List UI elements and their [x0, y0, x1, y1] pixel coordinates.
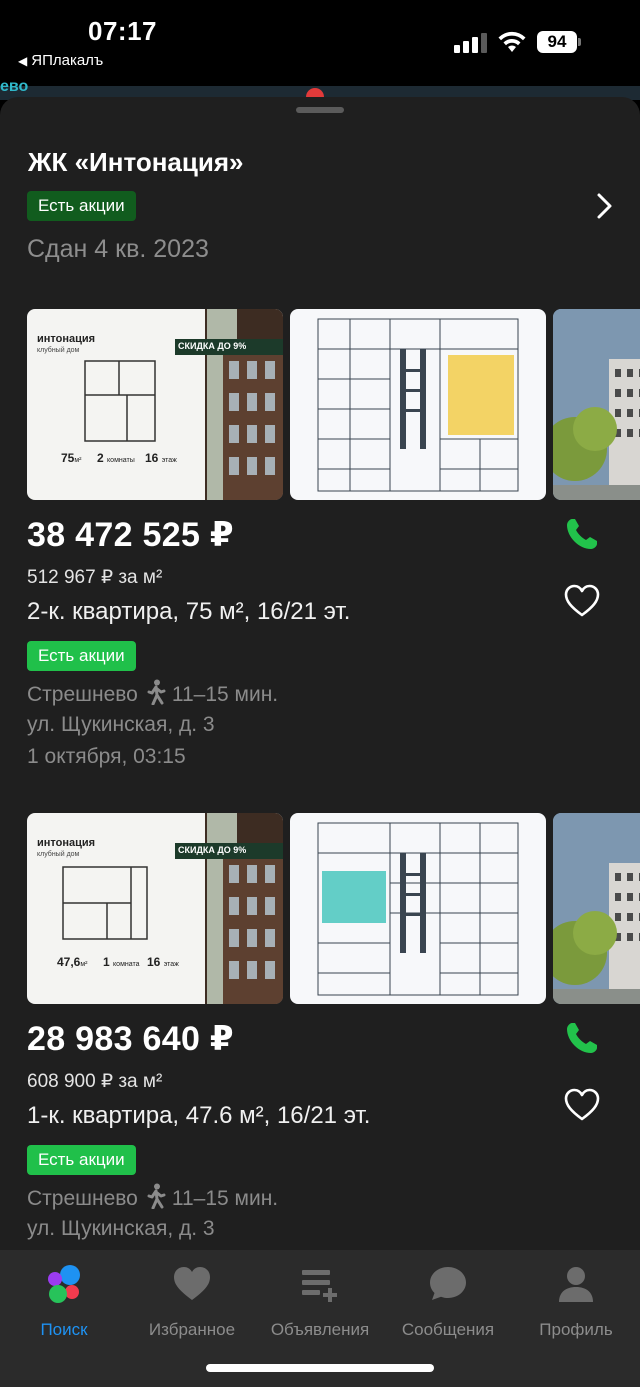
photo-gallery[interactable]: интонация клубный дом СКИДКА ДО 9% 47,6м… — [27, 813, 640, 1004]
map-label: ево — [0, 78, 29, 95]
promo-discount: СКИДКА ДО 9% — [178, 341, 247, 351]
tab-search[interactable]: Поиск — [0, 1262, 128, 1342]
promo-rooms: 2 — [97, 451, 104, 465]
listing-price[interactable]: 38 472 525 ₽ — [27, 515, 234, 555]
listing-date: 1 октября, 03:15 — [27, 745, 186, 768]
walking-person-icon — [147, 1183, 166, 1210]
home-indicator[interactable] — [206, 1364, 434, 1372]
bottom-tab-bar: Поиск Избранное Объявления Сообщения Про… — [0, 1250, 640, 1387]
status-bar: 07:17 ◀ ЯПлакалъ 94 — [0, 0, 640, 86]
add-listing-icon — [302, 1270, 337, 1302]
promo-area: 75 — [61, 451, 75, 465]
promo-floor-label: этаж — [163, 961, 179, 968]
tab-messages[interactable]: Сообщения — [384, 1262, 512, 1342]
metro-station: Стрешнево — [27, 683, 138, 706]
selected-apartment-highlight — [448, 355, 514, 435]
complex-status: Сдан 4 кв. 2023 — [27, 235, 209, 263]
deal-badge: Есть акции — [27, 1145, 136, 1175]
promo-sub: клубный дом — [37, 851, 80, 858]
back-triangle-icon: ◀ — [18, 54, 28, 68]
listing-description[interactable]: 1-к. квартира, 47.6 м², 16/21 эт. — [27, 1102, 370, 1130]
battery-indicator: 94 — [537, 31, 577, 53]
building-graphic — [553, 309, 640, 500]
promo-floor: 16 — [147, 955, 161, 969]
tab-favorites[interactable]: Избранное — [128, 1262, 256, 1342]
favorite-heart-icon[interactable] — [563, 1087, 601, 1123]
complex-promo-badge: Есть акции — [27, 191, 136, 221]
tab-label: Поиск — [40, 1320, 88, 1339]
promo-rooms-label: комнаты — [107, 457, 135, 464]
promo-area: 47,6 — [57, 955, 81, 969]
listing-description[interactable]: 2-к. квартира, 75 м², 16/21 эт. — [27, 598, 350, 626]
price-per-m2: 608 900 ₽ за м² — [27, 1071, 163, 1092]
floor-plan-graphic — [317, 318, 519, 492]
promo-rooms-label: комната — [113, 961, 140, 968]
status-time: 07:17 — [88, 16, 157, 46]
promo-floor-label: этаж — [161, 457, 177, 464]
building-photo[interactable] — [553, 813, 640, 1004]
tab-listings[interactable]: Объявления — [256, 1262, 384, 1342]
promo-area-unit: м² — [80, 961, 88, 968]
favorite-heart-icon[interactable] — [563, 583, 601, 619]
tab-label: Объявления — [270, 1320, 370, 1339]
promo-sub: клубный дом — [37, 347, 80, 354]
photo-gallery[interactable]: интонация клубный дом СКИДКА ДО 9% 75м² … — [27, 309, 640, 500]
price-per-m2: 512 967 ₽ за м² — [27, 567, 163, 588]
tab-label: Профиль — [539, 1320, 613, 1339]
results-sheet: ЖК «Интонация» Есть акции Сдан 4 кв. 202… — [0, 97, 640, 1257]
battery-tip — [578, 38, 581, 46]
promo-rooms: 1 — [103, 955, 110, 969]
floor-plan-image[interactable] — [290, 813, 546, 1004]
walk-time: 11–15 мин. — [171, 683, 279, 706]
listing-card[interactable]: интонация клубный дом СКИДКА ДО 9% 75м² … — [0, 309, 640, 789]
listing-card[interactable]: интонация клубный дом СКИДКА ДО 9% 47,6м… — [0, 813, 640, 1257]
promo-discount: СКИДКА ДО 9% — [178, 845, 247, 855]
promo-brand: интонация — [37, 333, 96, 345]
profile-icon — [559, 1267, 593, 1302]
phone-icon[interactable] — [563, 1019, 601, 1057]
sheet-grabber[interactable] — [296, 107, 344, 113]
tab-label: Сообщения — [401, 1320, 495, 1339]
promo-brand: интонация — [37, 837, 96, 849]
promo-image[interactable]: интонация клубный дом СКИДКА ДО 9% 75м² … — [27, 309, 283, 500]
promo-floor: 16 — [145, 451, 159, 465]
phone-icon[interactable] — [563, 515, 601, 553]
metro-line: Стрешнево 11–15 мин. — [27, 1183, 278, 1211]
building-photo[interactable] — [553, 309, 640, 500]
floor-plan-graphic — [317, 822, 519, 996]
complex-title[interactable]: ЖК «Интонация» — [28, 147, 243, 178]
floor-plan-image[interactable] — [290, 309, 546, 500]
tab-profile[interactable]: Профиль — [512, 1262, 640, 1342]
cellular-signal-icon — [454, 33, 488, 53]
deal-badge: Есть акции — [27, 641, 136, 671]
heart-icon — [174, 1267, 210, 1300]
promo-area-unit: м² — [74, 457, 82, 464]
chevron-right-icon[interactable] — [594, 191, 616, 221]
promo-image[interactable]: интонация клубный дом СКИДКА ДО 9% 47,6м… — [27, 813, 283, 1004]
metro-station: Стрешнево — [27, 1187, 138, 1210]
search-dots-icon — [48, 1265, 80, 1303]
listing-price[interactable]: 28 983 640 ₽ — [27, 1019, 234, 1059]
wifi-icon — [498, 31, 526, 52]
building-graphic — [553, 813, 640, 1004]
listing-address: ул. Щукинская, д. 3 — [27, 713, 215, 736]
tab-label: Избранное — [148, 1320, 236, 1339]
listing-address: ул. Щукинская, д. 3 — [27, 1217, 215, 1240]
walking-person-icon — [147, 679, 166, 706]
selected-apartment-highlight — [322, 871, 386, 923]
walk-time: 11–15 мин. — [171, 1187, 279, 1210]
chat-bubble-icon — [430, 1267, 466, 1300]
back-to-app-link[interactable]: ◀ ЯПлакалъ — [18, 52, 103, 69]
metro-line: Стрешнево 11–15 мин. — [27, 679, 278, 707]
back-app-label: ЯПлакалъ — [31, 52, 104, 69]
